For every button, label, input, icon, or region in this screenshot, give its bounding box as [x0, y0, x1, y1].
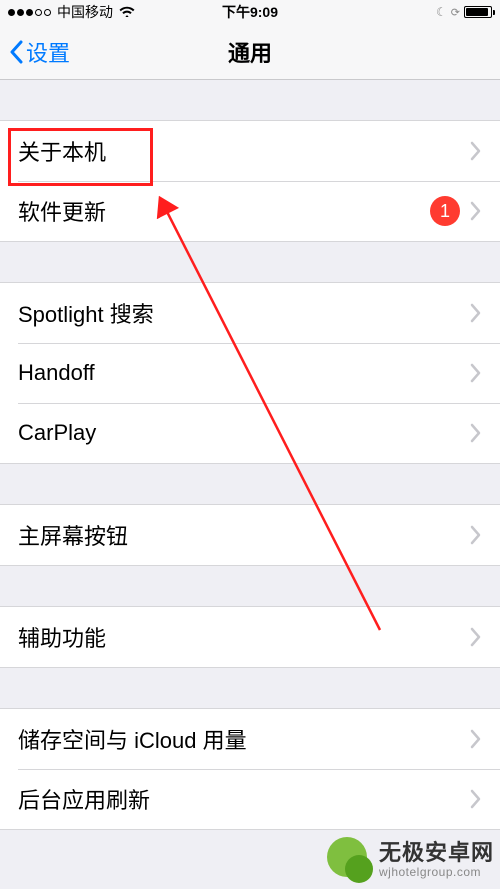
row-label: Handoff: [18, 360, 470, 386]
row-label: 关于本机: [18, 135, 470, 167]
chevron-right-icon: [470, 423, 482, 443]
row-accessibility[interactable]: 辅助功能: [0, 607, 500, 667]
row-label: Spotlight 搜索: [18, 297, 470, 329]
watermark-url: wjhotelgroup.com: [379, 866, 494, 879]
chevron-right-icon: [470, 789, 482, 809]
row-storage-icloud[interactable]: 储存空间与 iCloud 用量: [0, 709, 500, 769]
chevron-left-icon: [8, 40, 24, 64]
chevron-right-icon: [470, 201, 482, 221]
chevron-right-icon: [470, 141, 482, 161]
status-right-cluster: ☾ ⟳: [436, 5, 492, 19]
page-title: 通用: [228, 36, 272, 68]
row-home-button[interactable]: 主屏幕按钮: [0, 505, 500, 565]
rotation-lock-icon: ⟳: [451, 6, 460, 19]
chevron-right-icon: [470, 363, 482, 383]
settings-group-spotlight: Spotlight 搜索 Handoff CarPlay: [0, 282, 500, 464]
watermark-title: 无极安卓网: [379, 841, 494, 865]
status-bar: 中国移动 下午9:09 ☾ ⟳: [0, 0, 500, 24]
settings-group-storage: 储存空间与 iCloud 用量 后台应用刷新: [0, 708, 500, 830]
watermark-logo-icon: [327, 837, 373, 883]
chevron-right-icon: [470, 303, 482, 323]
row-about[interactable]: 关于本机: [0, 121, 500, 181]
row-handoff[interactable]: Handoff: [0, 343, 500, 403]
row-label: CarPlay: [18, 420, 470, 446]
chevron-right-icon: [470, 525, 482, 545]
carrier-label: 中国移动: [57, 2, 113, 22]
settings-group-about: 关于本机 软件更新 1: [0, 120, 500, 242]
dnd-moon-icon: ☾: [436, 5, 447, 19]
row-software-update[interactable]: 软件更新 1: [0, 181, 500, 241]
battery-icon: [464, 6, 492, 18]
clock-label: 下午9:09: [222, 2, 278, 22]
row-spotlight[interactable]: Spotlight 搜索: [0, 283, 500, 343]
update-badge: 1: [430, 196, 460, 226]
settings-group-home-button: 主屏幕按钮: [0, 504, 500, 566]
chevron-right-icon: [470, 729, 482, 749]
row-label: 后台应用刷新: [18, 783, 470, 815]
row-carplay[interactable]: CarPlay: [0, 403, 500, 463]
signal-strength-icon: [8, 9, 51, 16]
nav-bar: 设置 通用: [0, 24, 500, 80]
wifi-icon: [119, 4, 135, 20]
row-label: 软件更新: [18, 195, 430, 227]
settings-group-accessibility: 辅助功能: [0, 606, 500, 668]
watermark: 无极安卓网 wjhotelgroup.com: [327, 837, 494, 883]
row-background-app-refresh[interactable]: 后台应用刷新: [0, 769, 500, 829]
row-label: 主屏幕按钮: [18, 519, 470, 551]
back-label: 设置: [26, 36, 70, 68]
chevron-right-icon: [470, 627, 482, 647]
row-label: 储存空间与 iCloud 用量: [18, 723, 470, 755]
row-label: 辅助功能: [18, 621, 470, 653]
back-button[interactable]: 设置: [8, 36, 70, 68]
